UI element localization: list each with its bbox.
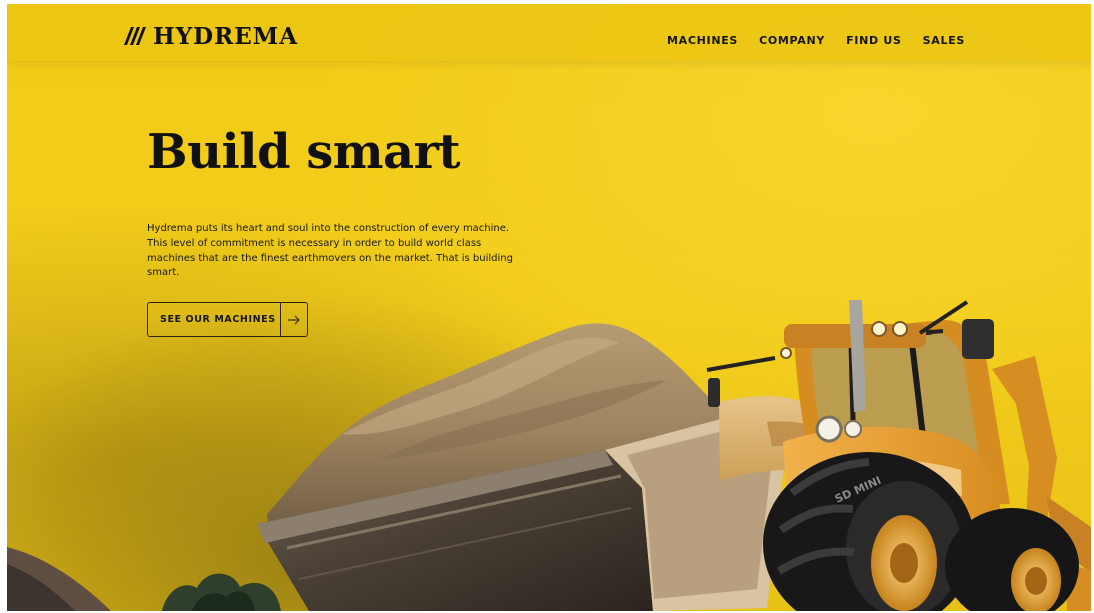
brand-name: HYDREMA [153, 22, 299, 50]
nav-company[interactable]: COMPANY [759, 33, 825, 49]
diagonal-stripes-icon [124, 27, 146, 45]
arrow-right-icon [280, 303, 307, 336]
site-header: HYDREMA MACHINES COMPANY FIND US SALES [7, 4, 1091, 61]
main-navigation: MACHINES COMPANY FIND US SALES [667, 33, 965, 49]
brand-logo[interactable]: HYDREMA [123, 22, 298, 50]
hero-description: Hydrema puts its heart and soul into the… [147, 223, 513, 279]
see-our-machines-button[interactable]: SEE OUR MACHINES [147, 302, 308, 337]
landing-page: SD MINI HYDREMA MACHINES COMPANY FIND US… [7, 4, 1091, 611]
hero-title: Build smart [147, 124, 461, 180]
nav-sales[interactable]: SALES [923, 33, 965, 49]
nav-find-us[interactable]: FIND US [846, 33, 902, 49]
nav-machines[interactable]: MACHINES [667, 33, 738, 49]
cta-label: SEE OUR MACHINES [160, 314, 276, 325]
